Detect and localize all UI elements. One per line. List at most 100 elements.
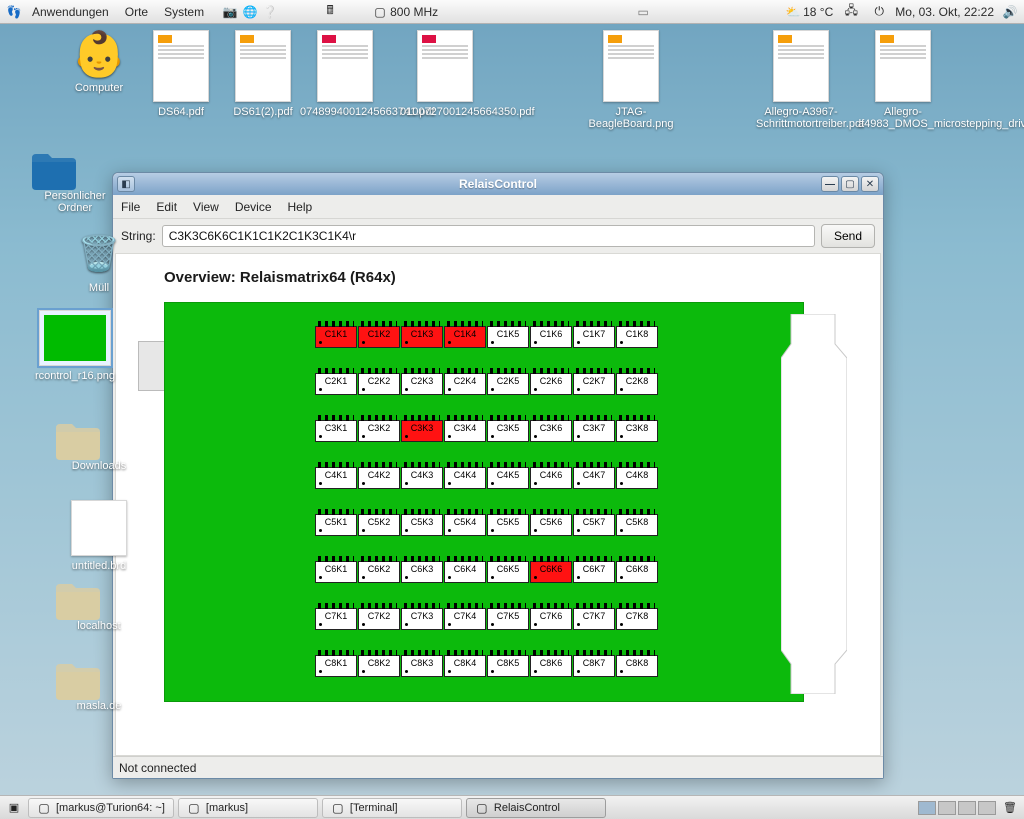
relay-C4K7[interactable]: C4K7 bbox=[573, 467, 615, 489]
relay-C2K7[interactable]: C2K7 bbox=[573, 373, 615, 395]
relay-C3K8[interactable]: C3K8 bbox=[616, 420, 658, 442]
relay-C4K8[interactable]: C4K8 bbox=[616, 467, 658, 489]
relay-C8K8[interactable]: C8K8 bbox=[616, 655, 658, 677]
relay-C2K5[interactable]: C2K5 bbox=[487, 373, 529, 395]
desktop-icon-downloads[interactable]: Downloads bbox=[54, 420, 144, 472]
relay-C7K8[interactable]: C7K8 bbox=[616, 608, 658, 630]
desktop-icon-rcontrol[interactable]: rcontrol_r16.png bbox=[30, 310, 120, 382]
desktop-icon-num2[interactable]: 0100727001245664350.pdf bbox=[400, 30, 490, 118]
relay-C5K5[interactable]: C5K5 bbox=[487, 514, 529, 536]
relay-C6K4[interactable]: C6K4 bbox=[444, 561, 486, 583]
relay-C5K1[interactable]: C5K1 bbox=[315, 514, 357, 536]
desktop-icon-trash[interactable]: 🗑️Müll bbox=[54, 230, 144, 294]
relay-C5K4[interactable]: C5K4 bbox=[444, 514, 486, 536]
relay-C1K3[interactable]: C1K3 bbox=[401, 326, 443, 348]
desktop-icon-localhost[interactable]: localhost bbox=[54, 580, 144, 632]
relay-C8K1[interactable]: C8K1 bbox=[315, 655, 357, 677]
menu-view[interactable]: View bbox=[185, 200, 227, 214]
relay-C4K3[interactable]: C4K3 bbox=[401, 467, 443, 489]
menu-device[interactable]: Device bbox=[227, 200, 280, 214]
relay-C1K7[interactable]: C1K7 bbox=[573, 326, 615, 348]
relay-C3K3[interactable]: C3K3 bbox=[401, 420, 443, 442]
window-menu-icon[interactable]: ◧ bbox=[117, 176, 135, 192]
relay-C7K4[interactable]: C7K4 bbox=[444, 608, 486, 630]
task-button[interactable]: ▢[markus@Turion64: ~] bbox=[28, 798, 174, 818]
screenshot-icon[interactable]: 📷 bbox=[220, 5, 240, 19]
workspace-2[interactable] bbox=[938, 801, 956, 815]
relay-C4K6[interactable]: C4K6 bbox=[530, 467, 572, 489]
desktop-icon-allegro2[interactable]: Allegro-a4983_DMOS_microstepping_driver_… bbox=[858, 30, 948, 130]
workspace-3[interactable] bbox=[958, 801, 976, 815]
relay-C1K6[interactable]: C1K6 bbox=[530, 326, 572, 348]
relay-C1K5[interactable]: C1K5 bbox=[487, 326, 529, 348]
trash-applet-icon[interactable]: 🗑 bbox=[1000, 801, 1020, 814]
relay-C6K3[interactable]: C6K3 bbox=[401, 561, 443, 583]
relay-C3K4[interactable]: C3K4 bbox=[444, 420, 486, 442]
task-button[interactable]: ▢RelaisControl bbox=[466, 798, 606, 818]
relay-C3K5[interactable]: C3K5 bbox=[487, 420, 529, 442]
relay-C7K6[interactable]: C7K6 bbox=[530, 608, 572, 630]
desktop-icon-untitled[interactable]: untitled.brd bbox=[54, 500, 144, 572]
relay-C2K3[interactable]: C2K3 bbox=[401, 373, 443, 395]
clock[interactable]: Mo, 03. Okt, 22:22 bbox=[889, 5, 1000, 19]
string-input[interactable] bbox=[162, 225, 815, 247]
relay-C1K2[interactable]: C1K2 bbox=[358, 326, 400, 348]
browser-icon[interactable]: 🌐 bbox=[240, 5, 260, 19]
minimize-button[interactable]: — bbox=[821, 176, 839, 192]
desktop-icon-num1[interactable]: 0748994001245663741.pdf bbox=[300, 30, 390, 118]
calculator-icon[interactable]: 🖩 bbox=[320, 1, 340, 22]
relay-C6K5[interactable]: C6K5 bbox=[487, 561, 529, 583]
relay-C7K3[interactable]: C7K3 bbox=[401, 608, 443, 630]
shutdown-icon[interactable]: ⏻ bbox=[869, 4, 889, 19]
relay-C6K2[interactable]: C6K2 bbox=[358, 561, 400, 583]
relay-C2K8[interactable]: C2K8 bbox=[616, 373, 658, 395]
menu-help[interactable]: Help bbox=[280, 200, 321, 214]
relay-C4K4[interactable]: C4K4 bbox=[444, 467, 486, 489]
relay-C4K5[interactable]: C4K5 bbox=[487, 467, 529, 489]
battery-icon[interactable]: ▭ bbox=[633, 5, 653, 19]
relay-C3K6[interactable]: C3K6 bbox=[530, 420, 572, 442]
relay-C6K1[interactable]: C6K1 bbox=[315, 561, 357, 583]
relay-C3K7[interactable]: C3K7 bbox=[573, 420, 615, 442]
relay-C6K6[interactable]: C6K6 bbox=[530, 561, 572, 583]
menu-file[interactable]: File bbox=[117, 200, 148, 214]
relay-C8K4[interactable]: C8K4 bbox=[444, 655, 486, 677]
desktop-icon-ds64[interactable]: DS64.pdf bbox=[136, 30, 226, 118]
relay-C5K7[interactable]: C5K7 bbox=[573, 514, 615, 536]
send-button[interactable]: Send bbox=[821, 224, 875, 248]
relay-C7K2[interactable]: C7K2 bbox=[358, 608, 400, 630]
relay-C8K3[interactable]: C8K3 bbox=[401, 655, 443, 677]
relay-C2K2[interactable]: C2K2 bbox=[358, 373, 400, 395]
menu-edit[interactable]: Edit bbox=[148, 200, 185, 214]
network-icon[interactable]: 🖧 bbox=[841, 1, 861, 22]
relay-C6K8[interactable]: C6K8 bbox=[616, 561, 658, 583]
relay-C8K7[interactable]: C8K7 bbox=[573, 655, 615, 677]
relay-C5K8[interactable]: C5K8 bbox=[616, 514, 658, 536]
relay-C7K5[interactable]: C7K5 bbox=[487, 608, 529, 630]
desktop-icon-home[interactable]: Persönlicher Ordner bbox=[30, 150, 120, 214]
task-button[interactable]: ▢[Terminal] bbox=[322, 798, 462, 818]
volume-icon[interactable]: 🔊 bbox=[1000, 5, 1020, 19]
titlebar[interactable]: ◧ RelaisControl — ▢ ✕ bbox=[113, 173, 883, 195]
desktop-icon-computer[interactable]: 👶Computer bbox=[54, 30, 144, 94]
relay-C5K3[interactable]: C5K3 bbox=[401, 514, 443, 536]
relay-C2K4[interactable]: C2K4 bbox=[444, 373, 486, 395]
help-icon[interactable]: ❔ bbox=[260, 5, 280, 19]
desktop-icon-masla[interactable]: masla.de bbox=[54, 660, 144, 712]
desktop-icon-allegro1[interactable]: Allegro-A3967-Schrittmotortreiber.pdf bbox=[756, 30, 846, 130]
menu-system[interactable]: System bbox=[156, 5, 212, 19]
relay-C7K1[interactable]: C7K1 bbox=[315, 608, 357, 630]
desktop-icon-jtag[interactable]: JTAG-BeagleBoard.png bbox=[586, 30, 676, 130]
desktop-icon-ds61[interactable]: DS61(2).pdf bbox=[218, 30, 308, 118]
relay-C8K2[interactable]: C8K2 bbox=[358, 655, 400, 677]
workspace-switcher[interactable] bbox=[918, 801, 996, 815]
relay-C4K1[interactable]: C4K1 bbox=[315, 467, 357, 489]
maximize-button[interactable]: ▢ bbox=[841, 176, 859, 192]
relay-C3K2[interactable]: C3K2 bbox=[358, 420, 400, 442]
relay-C3K1[interactable]: C3K1 bbox=[315, 420, 357, 442]
relay-C4K2[interactable]: C4K2 bbox=[358, 467, 400, 489]
relay-C5K6[interactable]: C5K6 bbox=[530, 514, 572, 536]
menu-applications[interactable]: Anwendungen bbox=[24, 5, 117, 19]
relay-C1K1[interactable]: C1K1 bbox=[315, 326, 357, 348]
relay-C2K1[interactable]: C2K1 bbox=[315, 373, 357, 395]
